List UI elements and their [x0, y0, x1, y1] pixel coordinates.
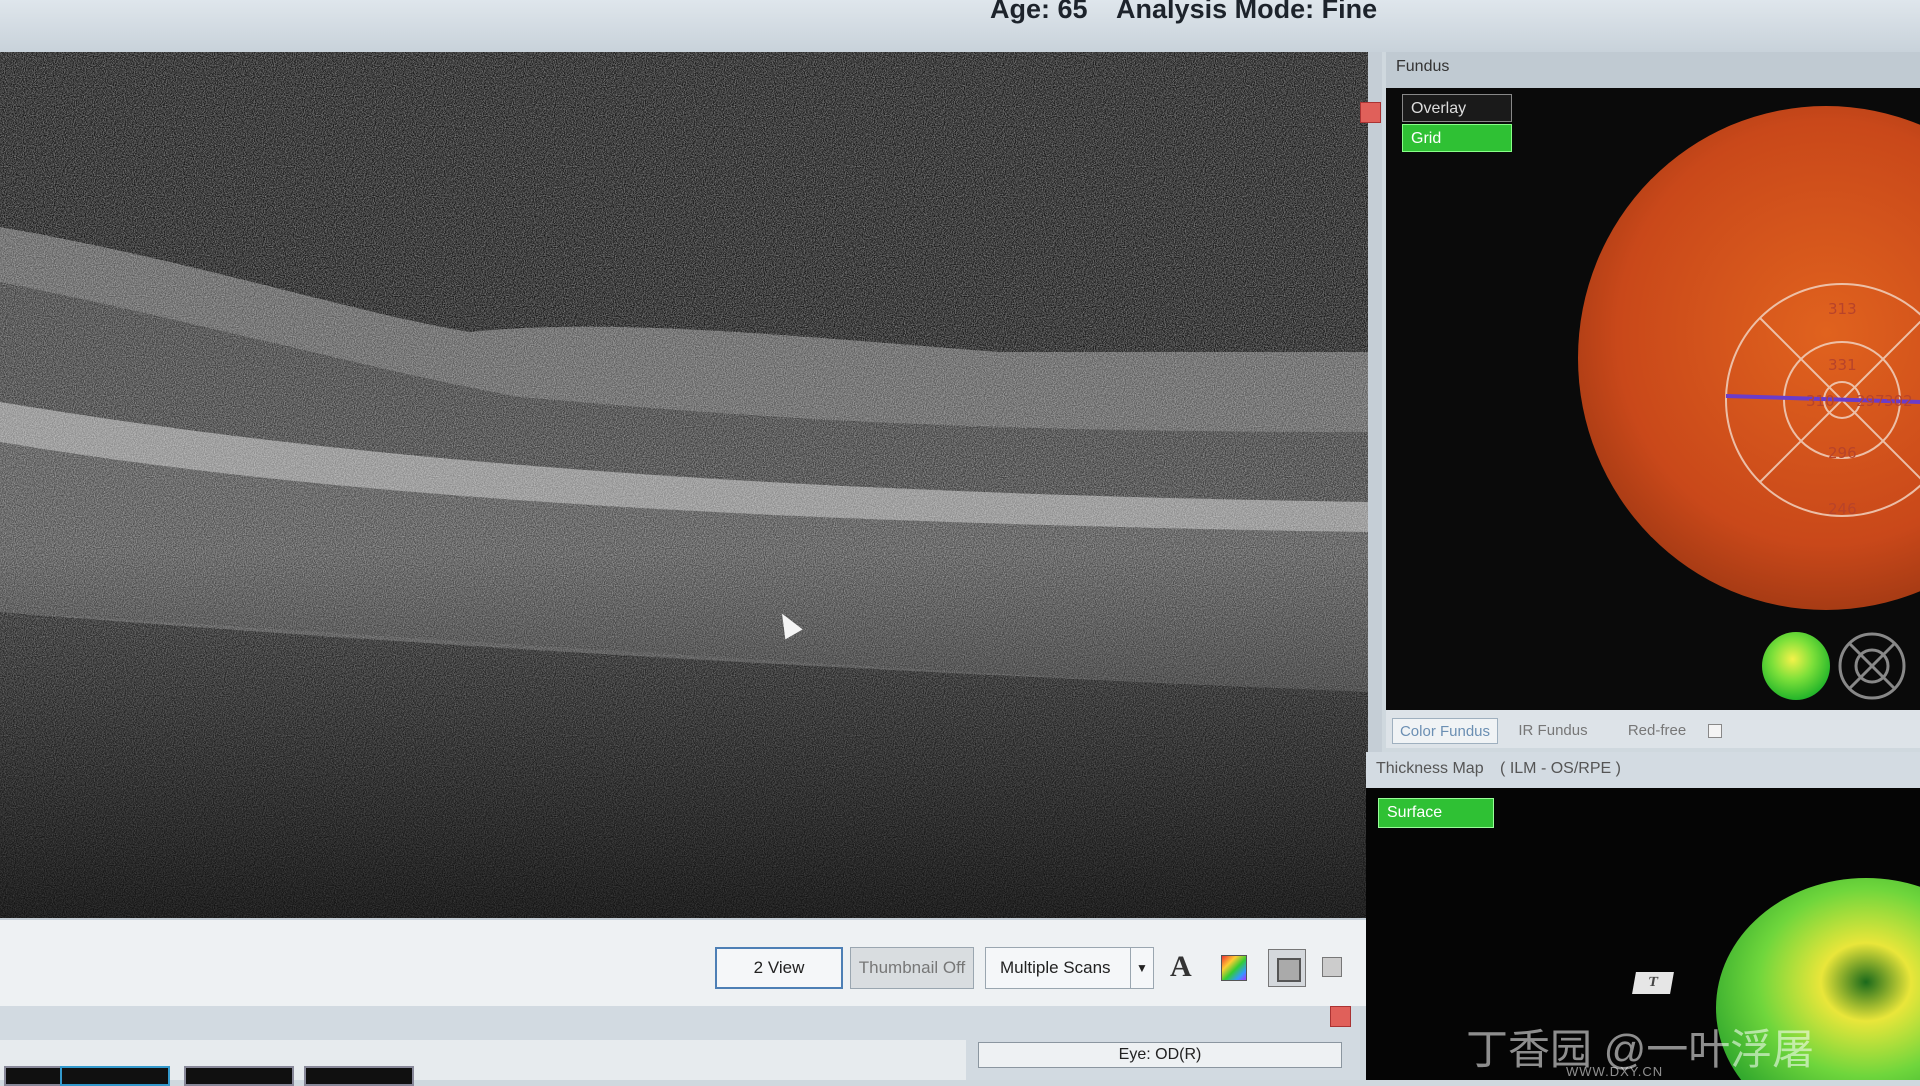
scan-thumbnail[interactable] — [184, 1066, 294, 1086]
grid-value: 302 — [1884, 392, 1913, 410]
overlay-toggle[interactable]: Overlay — [1402, 94, 1512, 122]
thickness-subtitle: ( ILM - OS/RPE ) — [1500, 760, 1621, 777]
close-icon[interactable] — [1330, 1006, 1351, 1027]
fundus-image[interactable]: 313 331 296 302 310 297 246 Overlay Grid — [1386, 88, 1920, 710]
menu-icon[interactable] — [1322, 957, 1342, 977]
multiple-scans-select[interactable]: Multiple Scans — [985, 947, 1151, 989]
oct-scan-panel — [0, 52, 1382, 920]
thickness-title-label: Thickness Map — [1376, 760, 1484, 777]
fundus-panel: Fundus 313 331 296 302 310 297 246 Overl… — [1386, 52, 1920, 748]
thickness-map-panel: Thickness Map ( ILM - OS/RPE ) Surface T… — [1366, 752, 1920, 1080]
header-text: Age: 65 Analysis Mode: Fine — [990, 0, 1377, 25]
grid-toggle[interactable]: Grid — [1402, 124, 1512, 152]
grid-value: 297 — [1856, 392, 1885, 410]
surface-toggle[interactable]: Surface — [1378, 798, 1494, 828]
font-icon[interactable]: A — [1170, 950, 1192, 984]
oct-bscan-image[interactable] — [0, 52, 1368, 918]
chevron-down-icon[interactable]: ▼ — [1130, 947, 1154, 989]
red-free-checkbox[interactable] — [1708, 724, 1722, 738]
thickness-map-title: Thickness Map ( ILM - OS/RPE ) — [1376, 760, 1621, 778]
grid-value: 313 — [1828, 300, 1857, 318]
age-label: Age: 65 — [990, 0, 1088, 24]
window-header: Age: 65 Analysis Mode: Fine — [0, 0, 1920, 52]
thumbnail-off-button[interactable]: Thumbnail Off — [850, 947, 974, 989]
tab-ir-fundus[interactable]: IR Fundus — [1504, 718, 1602, 742]
scan-toolbar: 2 View Thumbnail Off Multiple Scans ▼ A — [0, 920, 1370, 1006]
palette-icon[interactable] — [1221, 955, 1247, 981]
bottom-panel: Eye: OD(R) — [0, 1006, 1360, 1086]
temporal-marker: T — [1632, 972, 1674, 994]
analysis-mode-label: Analysis Mode: Fine — [1116, 0, 1378, 24]
two-view-button[interactable]: 2 View — [715, 947, 843, 989]
watermark-site: WWW.DXY.CN — [1566, 1064, 1664, 1079]
tab-red-free[interactable]: Red-free — [1608, 718, 1706, 742]
eye-field: Eye: OD(R) — [978, 1042, 1342, 1068]
grid-value: 331 — [1828, 356, 1857, 374]
thickness-map-view[interactable]: Surface T 丁香园 @一叶浮屠 WWW.DXY.CN — [1366, 788, 1920, 1080]
scan-thumbnail[interactable] — [304, 1066, 414, 1086]
layout-icon[interactable] — [1268, 949, 1306, 987]
close-icon[interactable] — [1360, 102, 1381, 123]
grid-value: 310 — [1806, 392, 1835, 410]
grid-value: 296 — [1828, 444, 1857, 462]
fundus-title: Fundus — [1396, 58, 1450, 75]
grid-value: 246 — [1828, 500, 1857, 518]
fundus-tabs: Color Fundus IR Fundus Red-free — [1386, 710, 1920, 748]
tab-color-fundus[interactable]: Color Fundus — [1392, 718, 1498, 744]
scan-thumbnail[interactable] — [60, 1066, 170, 1086]
